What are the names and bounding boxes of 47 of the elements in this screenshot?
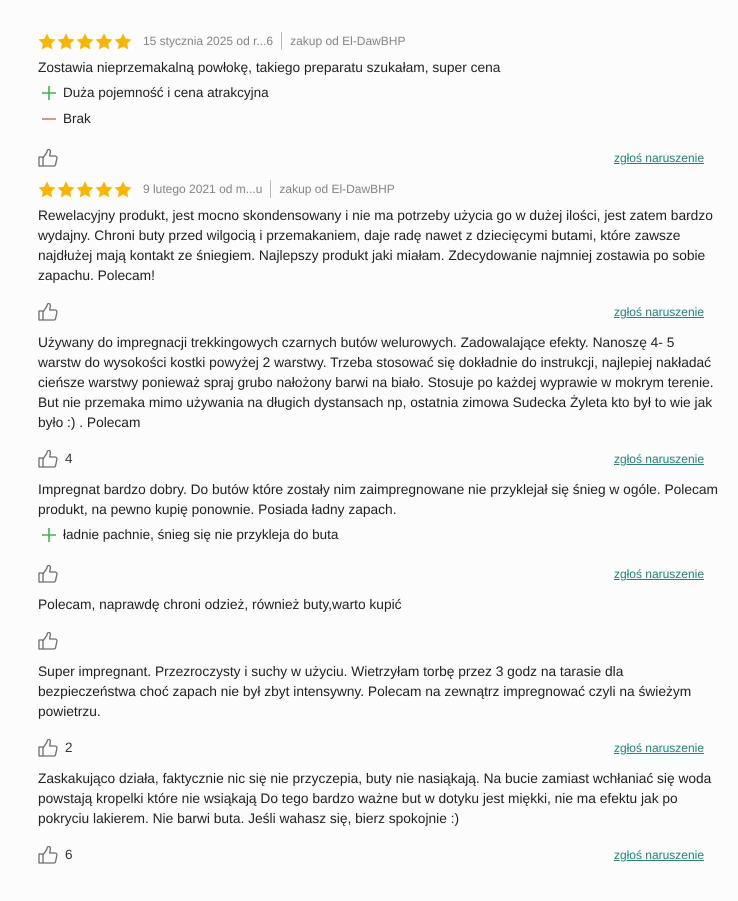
- star-icon: [95, 32, 113, 50]
- star-icon: [76, 32, 94, 50]
- report-link[interactable]: zgłoś naruszenie: [614, 303, 704, 321]
- review-text: Impregnat bardzo dobry. Do butów które zostały nim zaimpregnowane nie przyklejał się śnieg w ogóle. Polecam produkt, na pewno kupię ponownie. Posiada ładny zapach.: [38, 481, 718, 519]
- thumbs-up-icon: [38, 846, 58, 864]
- review-text: Zaskakująco działa, faktycznie nic się nie przyczepia, buty nie nasiąkają. Na bucie zamiast wchłaniać się woda powstają kropelki które nie wsiąkają Do tego bardzo ważne but w dotyku jest miękki, nie ma efektu jak po pokryciu lakierem. Nie barwi buta. Jeśli wahasz się, bierz spokojnie :): [38, 770, 712, 828]
- report-link[interactable]: zgłoś naruszenie: [614, 450, 704, 468]
- like-button[interactable]: 4: [38, 448, 73, 470]
- like-button[interactable]: [38, 632, 58, 650]
- thumbs-up-icon: [38, 632, 58, 650]
- like-button[interactable]: 2: [38, 738, 73, 758]
- review-text: Super impregnant. Przezroczysty i suchy w użyciu. Wietrzyłam torbę przez 3 godz na tarasie dla bezpieczeństwa choć zapach nie był zbyt intensywny. Polecam na zewnątrz impregnować czyli na świeżym powietrzu.: [38, 663, 692, 721]
- review-date: 15 stycznia 2025 od r...6: [143, 33, 274, 50]
- minus-icon: [42, 118, 56, 120]
- plus-icon: [42, 528, 56, 542]
- review-text: Polecam, naprawdę chroni odzież, również buty,warto kupić: [38, 596, 403, 614]
- report-link[interactable]: zgłoś naruszenie: [614, 846, 704, 864]
- star-icon: [114, 180, 132, 198]
- thumbs-up-icon: [38, 149, 58, 167]
- purchase-source: zakup od El-DawBHP: [270, 180, 395, 198]
- thumbs-up-icon: [38, 565, 58, 583]
- report-link[interactable]: zgłoś naruszenie: [614, 565, 704, 583]
- star-icon: [114, 32, 132, 50]
- like-button[interactable]: [38, 303, 58, 321]
- star-icon: [95, 180, 113, 198]
- star-icon: [57, 32, 75, 50]
- review-text: Używany do impregnacji trekkingowych czarnych butów welurowych. Zadowalające efekty. Nanoszę 4- 5 warstw do wysokości kostki powyżej 2 warstwy. Trzeba stosować się dokładnie do instrukcji, najlepiej nakładać cieńsze warstwy ponieważ spraj grubo nałożony barwi na biało. Stosuje po każdej wyprawie w mokrym terenie. But nie przemaka mimo używania na długich dystansach np, ostatnia zimowa Sudecka Żyleta kto był to wie jak było :) . Polecam: [38, 334, 715, 432]
- pro-text: ładnie pachnie, śnieg się nie przykleja do buta: [63, 526, 338, 544]
- thumbs-up-icon: [38, 303, 58, 321]
- star-icon: [38, 180, 56, 198]
- review-text: Zostawia nieprzemakalną powłokę, takiego preparatu szukałam, super cena: [38, 59, 502, 77]
- report-link[interactable]: zgłoś naruszenie: [614, 149, 704, 167]
- thumbs-up-icon: [38, 739, 58, 757]
- purchase-source: zakup od El-DawBHP: [281, 32, 406, 50]
- report-link[interactable]: zgłoś naruszenie: [614, 739, 704, 757]
- like-button[interactable]: [38, 149, 58, 167]
- review-date: 9 lutego 2021 od m...u: [143, 181, 262, 198]
- pro-text: Duża pojemność i cena atrakcyjna: [63, 84, 269, 102]
- con-text: Brak: [63, 110, 91, 128]
- review-text: Rewelacyjny produkt, jest mocno skondensowany i nie ma potrzeby użycia go w dużej ilości, jest zatem bardzo wydajny. Chroni buty przed wilgocią i przemakaniem, daje radę nawet z dziecięcymi butami, które zawsze najdłużej mają kontakt ze śniegiem. Najlepszy produkt jaki miałam. Zdecydowanie najmniej zostawia po sobie zapachu. Polecam!: [38, 207, 714, 285]
- star-icon: [38, 32, 56, 50]
- like-button[interactable]: 6: [38, 844, 73, 866]
- plus-icon: [42, 86, 56, 100]
- star-icon: [57, 180, 75, 198]
- star-icon: [76, 180, 94, 198]
- like-button[interactable]: [38, 565, 58, 583]
- thumbs-up-icon: [38, 450, 58, 468]
